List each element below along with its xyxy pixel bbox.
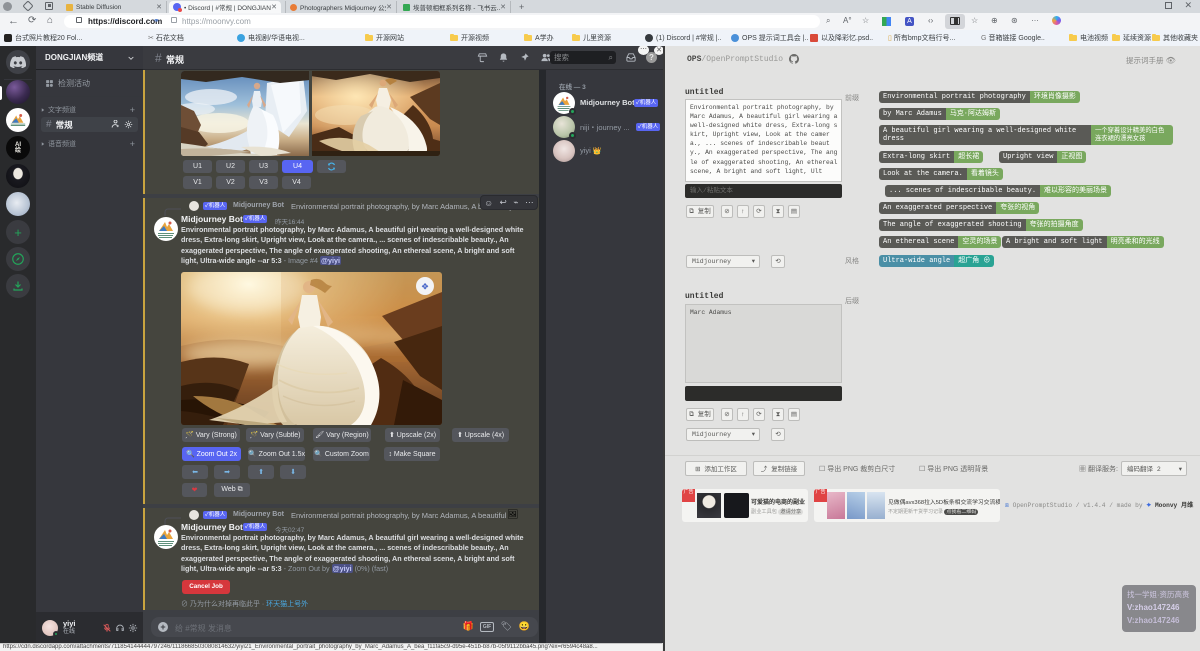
svg-text:❖: ❖	[421, 282, 429, 292]
